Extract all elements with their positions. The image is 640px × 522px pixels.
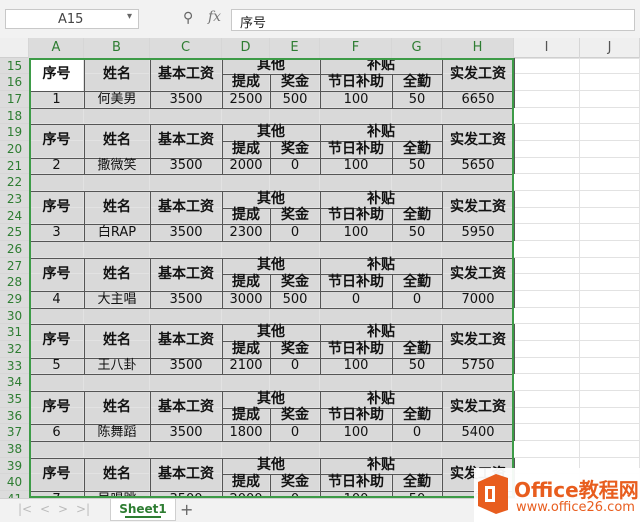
last-sheet-icon[interactable]: >| <box>76 502 90 516</box>
row-header-29[interactable]: 29 <box>0 291 29 308</box>
row-header-40[interactable]: 40 <box>0 474 29 491</box>
row-header-25[interactable]: 25 <box>0 224 29 241</box>
spreadsheet-grid[interactable]: 序号 姓名 基本工资 其他 提成 奖金 补贴 节日补助 全勤 实发工资 1 何美男 3500 2500 50… <box>29 58 640 498</box>
table-border <box>514 58 515 108</box>
row-header-15[interactable]: 15 <box>0 58 29 74</box>
table-border <box>514 258 515 308</box>
row-header-17[interactable]: 17 <box>0 91 29 108</box>
row-header-35[interactable]: 35 <box>0 391 29 408</box>
watermark-url: www.office26.com <box>516 500 635 515</box>
table-border <box>514 191 515 241</box>
fx-icon[interactable]: fx <box>208 9 221 25</box>
row-header-36[interactable]: 36 <box>0 408 29 424</box>
row-header-16[interactable]: 16 <box>0 74 29 91</box>
column-header-i[interactable]: I <box>514 38 580 58</box>
row-header-33[interactable]: 33 <box>0 358 29 374</box>
row-header-22[interactable]: 22 <box>0 174 29 191</box>
formula-input[interactable]: 序号 <box>231 9 635 31</box>
column-header-c[interactable]: C <box>150 38 222 58</box>
watermark: Office教程网 www.office26.com <box>474 468 640 522</box>
column-header-g[interactable]: G <box>392 38 442 58</box>
first-sheet-icon[interactable]: |< <box>18 502 32 516</box>
chevron-down-icon[interactable]: ▾ <box>127 11 132 22</box>
office-logo-icon <box>478 474 508 514</box>
row-header-30[interactable]: 30 <box>0 308 29 324</box>
row-header-20[interactable]: 20 <box>0 141 29 158</box>
row-header-27[interactable]: 27 <box>0 258 29 274</box>
row-header-37[interactable]: 37 <box>0 424 29 441</box>
row-header-34[interactable]: 34 <box>0 374 29 391</box>
gridline-vertical <box>579 58 580 498</box>
add-sheet-icon[interactable]: + <box>180 500 193 519</box>
zoom-icon[interactable]: ⚲ <box>183 10 193 26</box>
row-header-23[interactable]: 23 <box>0 191 29 208</box>
row-header-18[interactable]: 18 <box>0 108 29 124</box>
prev-sheet-icon[interactable]: < <box>40 502 50 516</box>
row-header-26[interactable]: 26 <box>0 241 29 258</box>
next-sheet-icon[interactable]: > <box>58 502 68 516</box>
column-header-a[interactable]: A <box>29 38 84 58</box>
row-header-38[interactable]: 38 <box>0 441 29 458</box>
row-header-39[interactable]: 39 <box>0 458 29 474</box>
column-header-e[interactable]: E <box>270 38 320 58</box>
column-header-f[interactable]: F <box>320 38 392 58</box>
row-header-28[interactable]: 28 <box>0 274 29 291</box>
watermark-brand: Office教程网 <box>514 478 639 502</box>
table-border <box>514 324 515 374</box>
row-header-column: 15 16 17 18 19 20 21 22 23 24 25 26 27 28 29 30 31 32 33 34… <box>0 58 29 508</box>
table-border <box>514 124 515 174</box>
row-header-21[interactable]: 21 <box>0 158 29 174</box>
sheet-tab-sheet1[interactable]: Sheet1 <box>110 499 176 521</box>
column-header-h[interactable]: H <box>442 38 514 58</box>
name-box-value: A15 <box>58 12 84 27</box>
column-header-j[interactable]: J <box>580 38 640 58</box>
column-header-row: ABCDEFGHIJ <box>0 38 640 58</box>
formula-bar: A15 ▾ ⚲ fx 序号 <box>0 0 640 38</box>
column-header-d[interactable]: D <box>222 38 270 58</box>
row-header-31[interactable]: 31 <box>0 324 29 341</box>
row-header-19[interactable]: 19 <box>0 124 29 141</box>
column-header-b[interactable]: B <box>84 38 150 58</box>
name-box[interactable]: A15 ▾ <box>5 9 139 29</box>
row-header-32[interactable]: 32 <box>0 341 29 358</box>
table-border <box>514 391 515 441</box>
selection-border <box>29 58 514 498</box>
select-all-corner[interactable] <box>0 38 29 58</box>
row-header-24[interactable]: 24 <box>0 208 29 224</box>
